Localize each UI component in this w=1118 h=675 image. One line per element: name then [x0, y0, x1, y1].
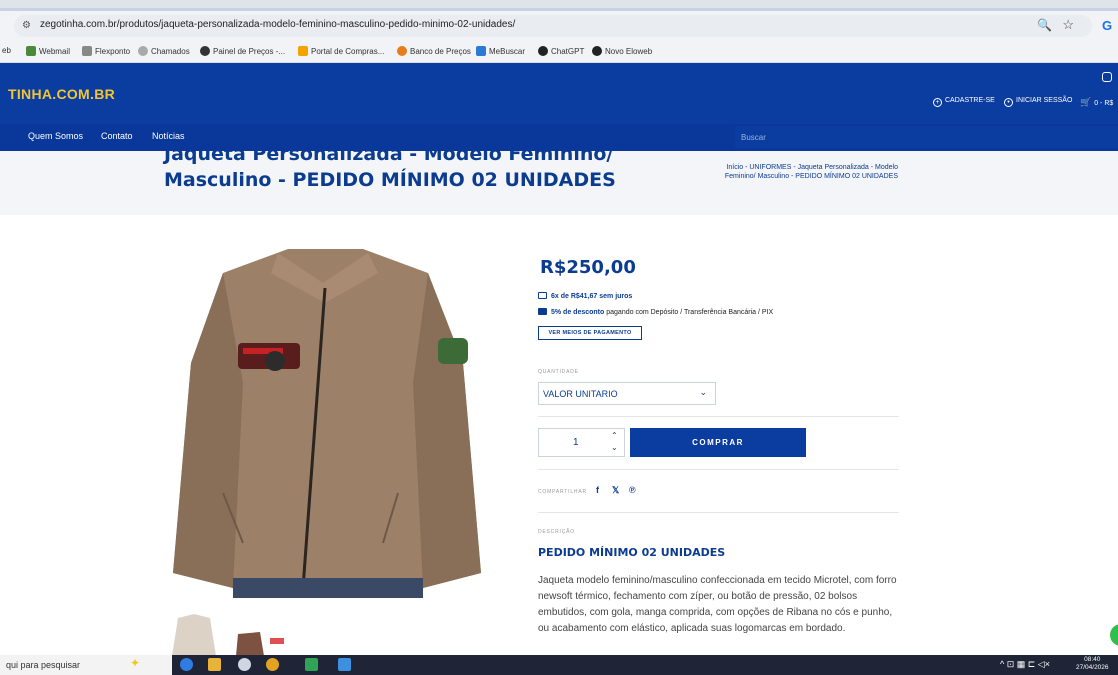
- app-icon[interactable]: [238, 658, 251, 671]
- banco-precos-icon: [397, 46, 407, 56]
- eloweb-icon: [592, 46, 602, 56]
- description-body: Jaqueta modelo feminino/masculino confec…: [538, 575, 897, 634]
- x-twitter-icon[interactable]: 𝕏: [612, 485, 619, 496]
- file-explorer-icon[interactable]: [208, 658, 221, 671]
- product-thumbnail[interactable]: [234, 630, 288, 656]
- login-link[interactable]: • INICIAR SESSÃO: [1004, 97, 1072, 107]
- mebuscar-icon: [476, 46, 486, 56]
- site-info-icon[interactable]: ⚙: [22, 20, 34, 32]
- bookmark-item[interactable]: eb: [2, 46, 11, 55]
- browser-toolbar: ⚙ zegotinha.com.br/produtos/jaqueta-pers…: [0, 11, 1118, 41]
- bookmarks-bar: eb Webmail Flexponto Chamados Painel de …: [0, 41, 1118, 63]
- increment-icon[interactable]: ⌃: [611, 431, 618, 440]
- webmail-icon: [26, 46, 36, 56]
- chatgpt-icon: [538, 46, 548, 56]
- pinterest-icon[interactable]: ℗: [629, 485, 636, 495]
- description-label: DESCRIÇÃO: [538, 529, 575, 535]
- buy-button[interactable]: COMPRAR: [630, 428, 806, 457]
- variant-select[interactable]: VALOR UNITARIO ⌄: [538, 382, 716, 405]
- bookmark-item[interactable]: Webmail: [26, 46, 70, 56]
- thumbnail-jacket-dark: [234, 630, 288, 656]
- instagram-icon[interactable]: [1102, 72, 1112, 82]
- quantity-label: QUANTIDADE: [538, 369, 579, 375]
- browser-profile-icon[interactable]: G: [1102, 18, 1112, 33]
- divider: [538, 416, 899, 417]
- divider: [538, 469, 899, 470]
- bookmark-item[interactable]: ChatGPT: [538, 46, 584, 56]
- bookmark-item[interactable]: MeBuscar: [476, 46, 525, 56]
- product-price: R$250,00: [540, 257, 636, 278]
- cart-link[interactable]: 🛒 0 - R$: [1080, 97, 1113, 108]
- quantity-value[interactable]: 1: [573, 437, 579, 448]
- zoom-icon[interactable]: 🔍: [1037, 18, 1052, 32]
- bookmark-item[interactable]: Painel de Preços -...: [200, 46, 285, 56]
- thumbnail-jacket-light: [168, 612, 220, 656]
- card-icon: [538, 292, 547, 299]
- taskbar-search[interactable]: qui para pesquisar: [0, 655, 172, 675]
- quantity-stepper[interactable]: 1 ⌃ ⌄: [538, 428, 625, 457]
- edge-icon[interactable]: [180, 658, 193, 671]
- portal-compras-icon: [298, 46, 308, 56]
- facebook-icon[interactable]: f: [596, 485, 599, 495]
- address-bar[interactable]: ⚙ zegotinha.com.br/produtos/jaqueta-pers…: [14, 15, 1092, 37]
- whatsapp-icon[interactable]: [1110, 624, 1118, 646]
- painel-icon: [200, 46, 210, 56]
- user-icon: •: [1004, 98, 1013, 107]
- address-url[interactable]: zegotinha.com.br/produtos/jaqueta-person…: [40, 19, 515, 30]
- cart-icon: 🛒: [1080, 97, 1092, 107]
- app-window-icon[interactable]: [338, 658, 351, 671]
- product-thumbnail[interactable]: [168, 612, 220, 656]
- nav-quem-somos[interactable]: Quem Somos: [28, 131, 83, 141]
- page-title: Jaqueta Personalizada - Modelo Feminino/…: [164, 151, 616, 191]
- register-link[interactable]: + CADASTRE-SE: [933, 97, 995, 107]
- nav-contato[interactable]: Contato: [101, 131, 133, 141]
- bookmark-item[interactable]: Flexponto: [82, 46, 130, 56]
- chamados-icon: [138, 46, 148, 56]
- nav-noticias[interactable]: Notícias: [152, 131, 185, 141]
- chevron-down-icon: ⌄: [699, 387, 707, 397]
- plus-circle-icon: +: [933, 98, 942, 107]
- taskbar-clock[interactable]: 08:40 27/04/2026: [1076, 656, 1109, 672]
- flexponto-icon: [82, 46, 92, 56]
- breadcrumb[interactable]: Início - UNIFORMES - Jaqueta Personaliza…: [700, 163, 898, 181]
- bookmark-item[interactable]: Chamados: [138, 46, 190, 56]
- bookmark-item[interactable]: Banco de Preços: [397, 46, 471, 56]
- bookmark-star-icon[interactable]: ☆: [1062, 17, 1074, 33]
- widget-icon[interactable]: ✦: [130, 656, 143, 670]
- excel-icon[interactable]: [305, 658, 318, 671]
- product-image[interactable]: [163, 243, 490, 598]
- site-logo[interactable]: TINHA.COM.BR: [8, 86, 115, 102]
- system-tray[interactable]: ^ ⊡ ▦ ⊏ ◁×: [1000, 659, 1050, 670]
- description-heading: PEDIDO MÍNIMO 02 UNIDADES: [538, 546, 726, 559]
- search-input[interactable]: [735, 126, 1118, 148]
- jacket-illustration: [163, 243, 490, 598]
- payment-methods-button[interactable]: VER MEIOS DE PAGAMENTO: [538, 326, 642, 340]
- divider: [538, 512, 899, 513]
- discount-info: 5% de desconto pagando com Depósito / Tr…: [538, 308, 773, 316]
- decrement-icon[interactable]: ⌄: [611, 443, 618, 452]
- title-band: Jaqueta Personalizada - Modelo Feminino/…: [0, 151, 1118, 215]
- bookmark-item[interactable]: Portal de Compras...: [298, 46, 384, 56]
- cash-icon: [538, 308, 547, 315]
- bookmark-item[interactable]: Novo Eloweb: [592, 46, 652, 56]
- chrome-icon[interactable]: [266, 658, 279, 671]
- installments-info: 6x de R$41,67 sem juros: [538, 292, 632, 300]
- share-label: COMPARTILHAR: [538, 489, 587, 495]
- site-header: [0, 63, 1118, 124]
